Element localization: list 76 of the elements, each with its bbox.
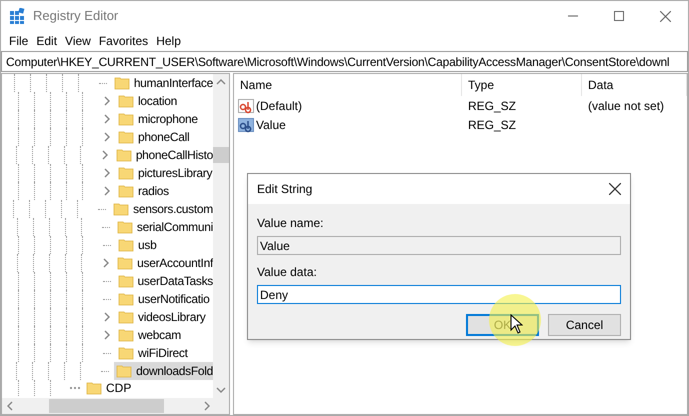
tree-item-label[interactable]: serialCommuni [136, 218, 213, 236]
folder-icon [113, 202, 130, 216]
value-data: (value not set) [587, 98, 664, 114]
address-bar[interactable]: Computer\HKEY_CURRENT_USER\Software\Microsoft\Windows\CurrentVersion\CapabilityAccessManager\ConsentStore\downl [1, 51, 688, 72]
tree-item-label[interactable]: videosLibrary [138, 308, 206, 326]
tree-item-label[interactable]: userAccountInf [137, 254, 213, 272]
value-data-field[interactable]: Deny [257, 285, 621, 304]
chevron-right-icon[interactable] [202, 401, 212, 411]
dialog-button[interactable]: Cancel [548, 314, 621, 336]
click-highlight [489, 294, 541, 346]
chevron-left-icon[interactable] [5, 401, 15, 411]
tree-item-label[interactable]: downloadsFold [136, 362, 213, 380]
value-type: REG_SZ [467, 98, 518, 114]
value-name[interactable]: Value [256, 116, 286, 134]
tree-item-label[interactable]: sensors.custom [133, 200, 213, 218]
horizontal-scrollbar[interactable] [2, 398, 229, 414]
registry-app-icon [9, 8, 25, 24]
tree-item-label[interactable]: wiFiDirect [138, 344, 188, 362]
folder-icon [118, 184, 134, 198]
chevron-right-icon[interactable] [101, 258, 112, 268]
scrollbar-thumb[interactable] [49, 399, 164, 413]
chevron-right-icon[interactable] [100, 150, 110, 160]
tree-item-label[interactable]: userNotificatio [138, 290, 210, 308]
chevron-up-icon[interactable] [216, 77, 226, 87]
tree-item-label[interactable]: phoneCallHisto [136, 146, 213, 164]
selected-tree-item[interactable]: downloadsFold [114, 362, 213, 380]
tree-item-label[interactable]: CDP [106, 379, 132, 397]
folder-icon [118, 328, 134, 342]
column-header[interactable]: Data [582, 74, 687, 96]
dialog-title: Edit String [257, 181, 312, 198]
tree-item-label[interactable]: radios [138, 182, 169, 200]
folder-icon [118, 292, 134, 306]
value-type: REG_SZ [467, 116, 518, 134]
folder-icon [117, 256, 134, 270]
close-icon [660, 10, 670, 22]
value-data-label: Value data: [257, 264, 318, 281]
string-value-icon [238, 116, 254, 132]
folder-icon [118, 94, 134, 108]
tree-item-label[interactable]: webcam [138, 326, 181, 344]
folder-icon [114, 76, 130, 90]
mouse-pointer-icon [510, 314, 523, 334]
window-title: Registry Editor [33, 7, 118, 26]
menu-item[interactable]: Edit [32, 32, 62, 50]
folder-icon [118, 166, 134, 180]
tree-item-label[interactable]: usb [138, 236, 156, 254]
menu-item[interactable]: Favorites [94, 32, 152, 50]
menu-item[interactable]: File [5, 32, 32, 50]
tree-item-label[interactable]: userDataTasks [138, 272, 213, 290]
vertical-scrollbar[interactable] [213, 74, 229, 398]
tree-item-label[interactable]: microphone [138, 110, 198, 128]
value-name-field[interactable]: Value [257, 236, 621, 255]
value-name-label: Value name: [257, 215, 324, 232]
tree-item-label[interactable]: location [138, 92, 177, 110]
scrollbar-thumb[interactable] [213, 147, 229, 163]
menu-item[interactable]: Help [152, 32, 185, 50]
column-header[interactable]: Name [234, 74, 462, 96]
tree-item-label[interactable]: phoneCall [138, 128, 190, 146]
folder-icon [116, 364, 132, 378]
string-value-icon [238, 98, 254, 114]
folder-icon [116, 148, 132, 162]
folder-icon [118, 346, 134, 360]
chevron-down-icon[interactable] [216, 385, 226, 395]
folder-icon [118, 112, 134, 126]
close-icon [609, 183, 621, 195]
folder-icon [116, 220, 133, 234]
folder-icon [118, 274, 134, 288]
tree-item-label[interactable]: humanInterface [134, 74, 213, 92]
maximize-icon [614, 11, 624, 21]
folder-icon [118, 238, 134, 252]
column-header[interactable]: Type [462, 74, 582, 96]
folder-icon [118, 130, 134, 144]
folder-icon [86, 381, 102, 395]
tree-item-label[interactable]: picturesLibrary [138, 164, 212, 182]
menu-item[interactable]: View [61, 32, 95, 50]
value-name[interactable]: (Default) [256, 96, 302, 114]
folder-icon [118, 310, 134, 324]
